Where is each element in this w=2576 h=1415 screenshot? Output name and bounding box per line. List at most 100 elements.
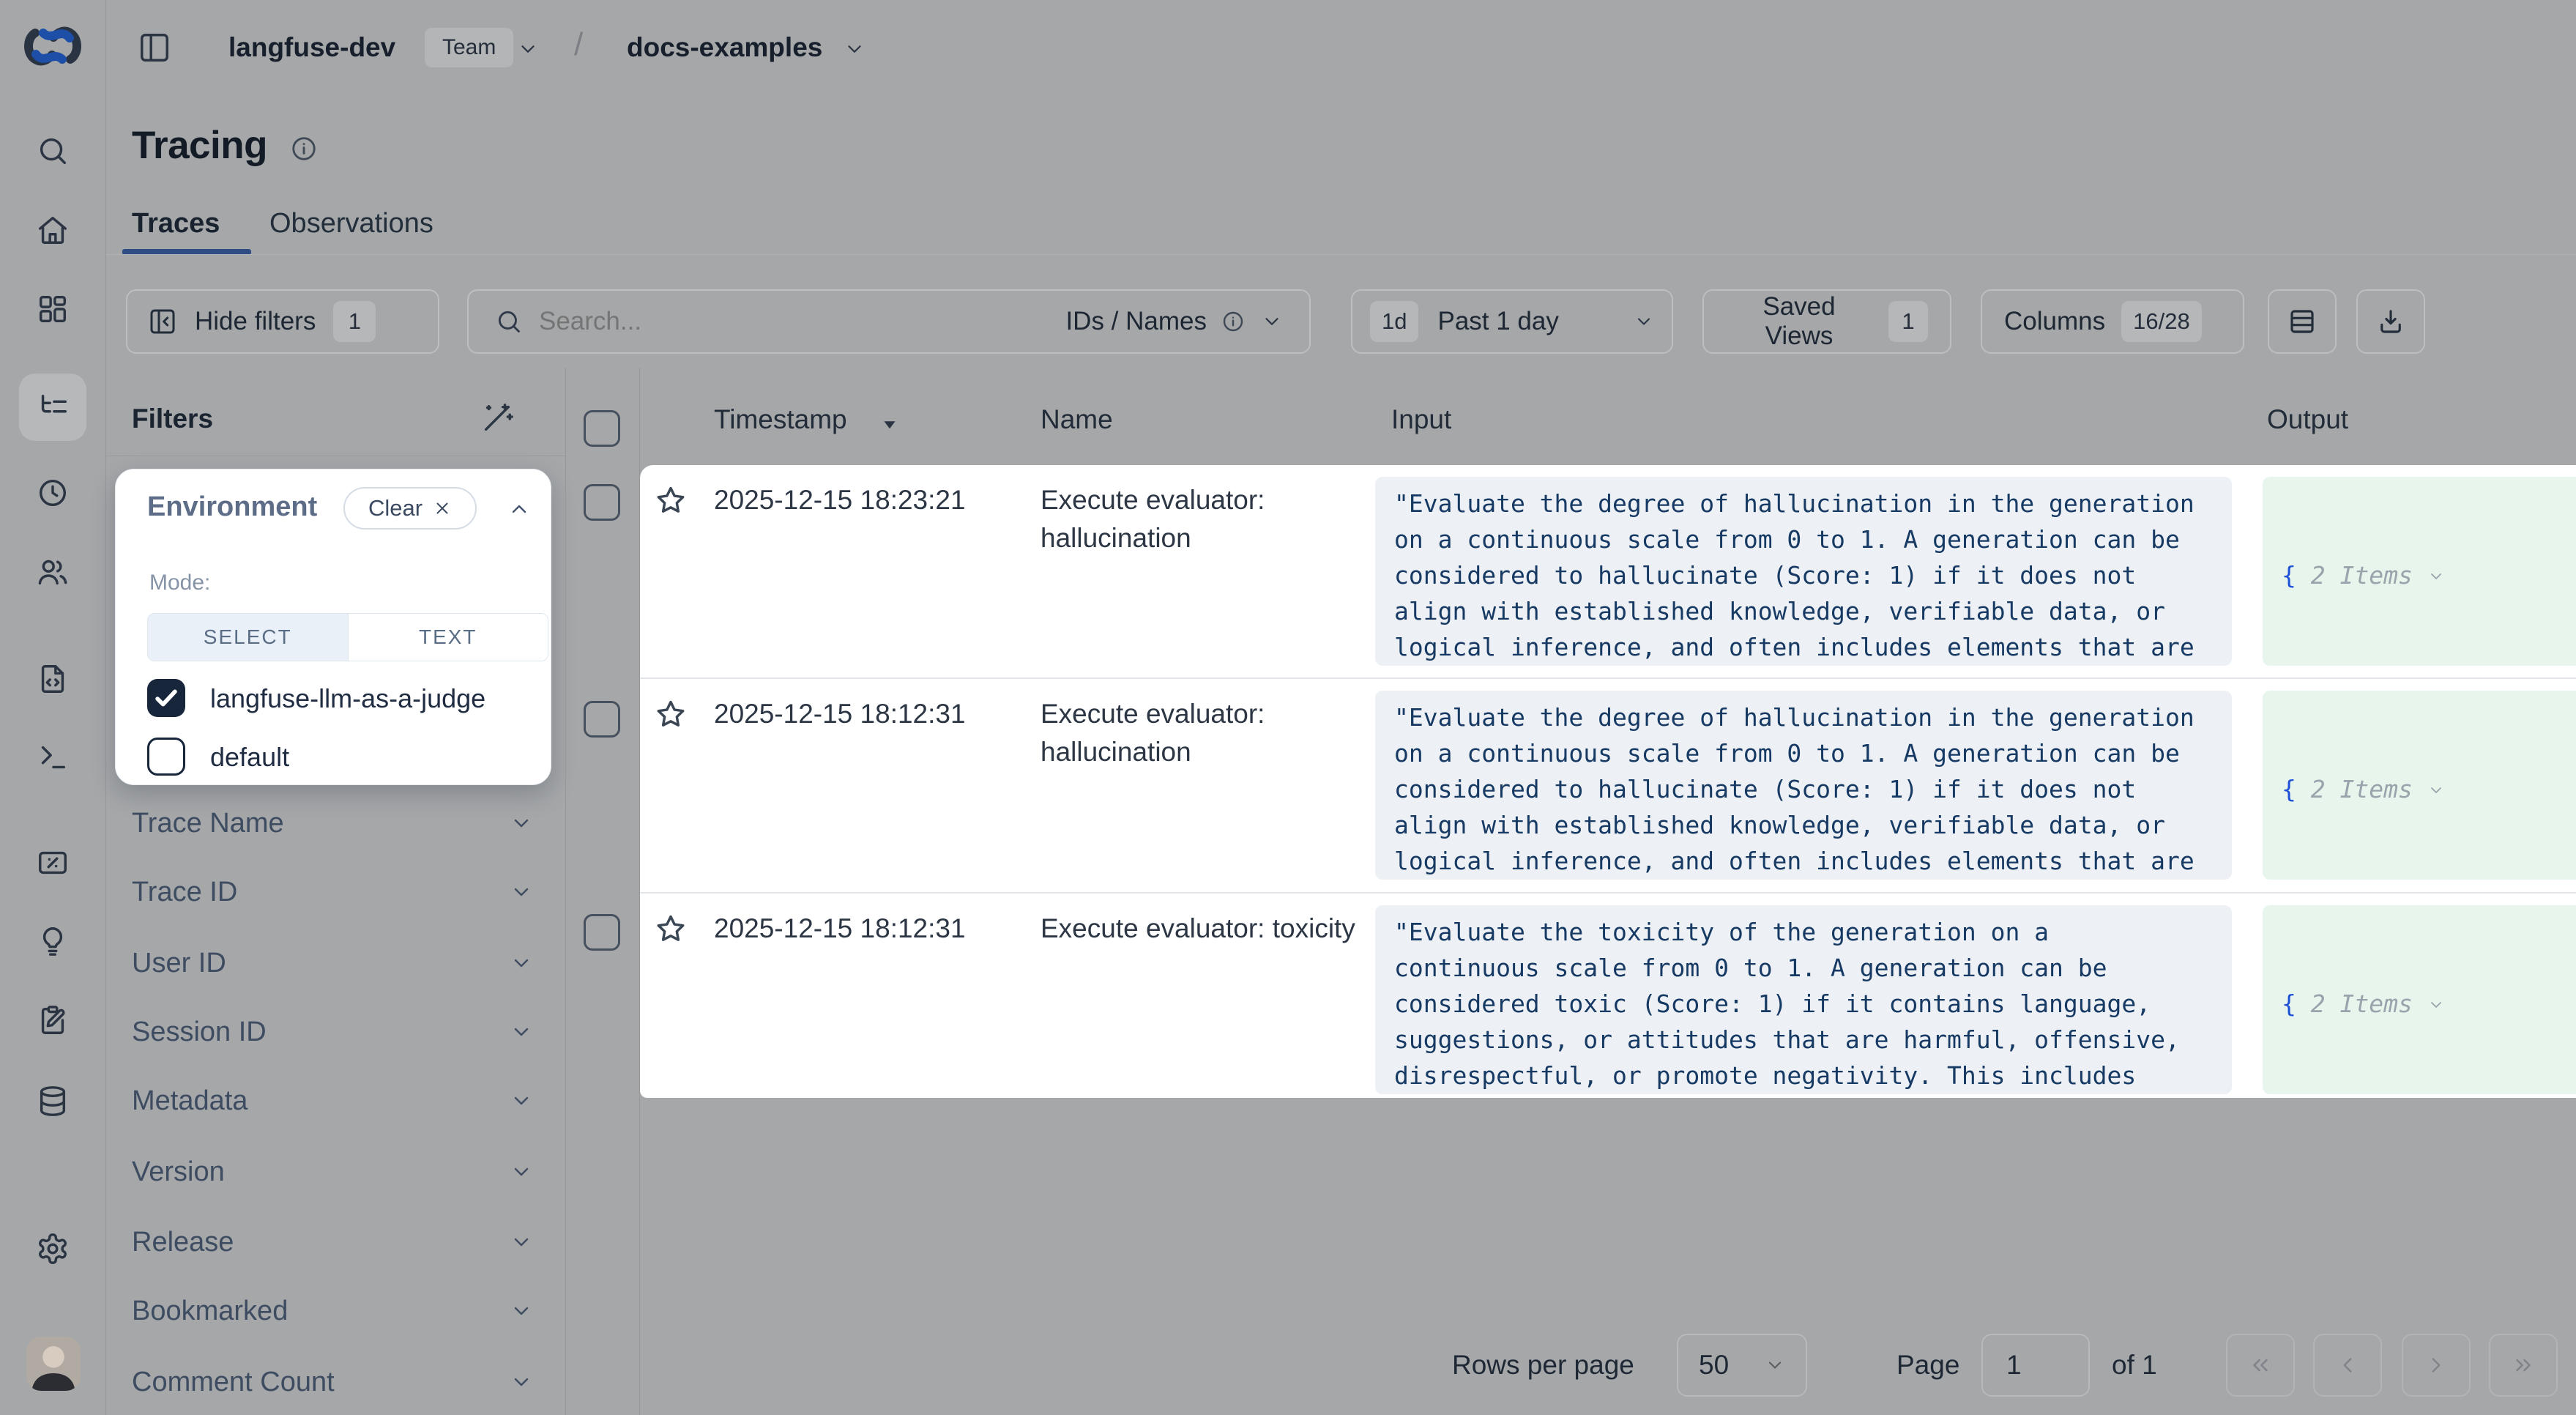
chevron-left-icon bbox=[2335, 1353, 2360, 1378]
clear-label: Clear bbox=[368, 495, 422, 521]
filters-title: Filters bbox=[132, 404, 213, 434]
filter-trace-name[interactable]: Trace Name bbox=[132, 801, 533, 845]
avatar[interactable] bbox=[26, 1337, 81, 1391]
json-collapse-toggle[interactable]: { 2 Items bbox=[2282, 557, 2576, 593]
org-plan-badge[interactable]: Team bbox=[425, 28, 513, 67]
hide-filters-label: Hide filters bbox=[195, 307, 316, 336]
environment-label: Environment bbox=[147, 491, 317, 523]
filter-session-id[interactable]: Session ID bbox=[132, 1010, 533, 1054]
col-header-name[interactable]: Name bbox=[1041, 404, 1113, 435]
columns-count-badge: 16/28 bbox=[2121, 301, 2202, 342]
page-number-input[interactable] bbox=[1981, 1334, 2090, 1397]
filter-label: Metadata bbox=[132, 1085, 247, 1117]
prompts-file-code-icon[interactable] bbox=[36, 662, 70, 696]
date-range-button[interactable]: 1d Past 1 day bbox=[1351, 289, 1673, 354]
search-scope-chevron-icon bbox=[1261, 311, 1283, 333]
project-name[interactable]: docs-examples bbox=[627, 32, 822, 63]
chevron-down-icon bbox=[510, 1089, 533, 1113]
chevron-down-icon bbox=[510, 1299, 533, 1323]
settings-gear-icon[interactable] bbox=[36, 1232, 70, 1266]
env-option-label[interactable]: default bbox=[210, 742, 289, 773]
filter-version[interactable]: Version bbox=[132, 1150, 533, 1194]
project-chevron-down-icon[interactable] bbox=[844, 38, 866, 60]
mode-toggle: SELECT TEXT bbox=[147, 613, 548, 661]
row-checkbox[interactable] bbox=[584, 701, 620, 738]
row-height-button[interactable] bbox=[2268, 289, 2337, 354]
collapse-chevron-up-icon[interactable] bbox=[507, 497, 531, 521]
mode-text-option[interactable]: TEXT bbox=[348, 614, 548, 661]
export-button[interactable] bbox=[2356, 289, 2425, 354]
filter-label: Trace ID bbox=[132, 877, 237, 908]
env-checkbox-checked[interactable] bbox=[147, 679, 185, 717]
chevron-down-icon bbox=[1765, 1355, 1785, 1375]
langfuse-logo-icon[interactable] bbox=[21, 19, 85, 73]
mode-select-option[interactable]: SELECT bbox=[148, 614, 348, 661]
chevrons-double-left-icon bbox=[2248, 1353, 2273, 1378]
sessions-clock-icon[interactable] bbox=[36, 476, 70, 510]
env-checkbox-unchecked[interactable] bbox=[147, 738, 185, 776]
saved-views-button[interactable]: Saved Views 1 bbox=[1702, 289, 1951, 354]
bookmark-star-icon[interactable] bbox=[654, 698, 688, 732]
first-page-button[interactable] bbox=[2226, 1334, 2295, 1397]
chevron-down-icon bbox=[510, 1160, 533, 1184]
chevron-down-icon bbox=[2427, 568, 2445, 585]
search-icon[interactable] bbox=[36, 134, 70, 168]
clear-environment-button[interactable]: Clear bbox=[343, 487, 477, 530]
sidebar-rail bbox=[0, 0, 106, 1415]
search-scope-info-icon[interactable] bbox=[1221, 310, 1245, 333]
environment-filter-card: Environment Clear Mode: SELECT TEXT lang… bbox=[115, 469, 551, 785]
sidebar-toggle-icon[interactable] bbox=[138, 31, 171, 64]
tab-observations[interactable]: Observations bbox=[269, 208, 433, 239]
next-page-button[interactable] bbox=[2402, 1334, 2471, 1397]
col-header-input[interactable]: Input bbox=[1391, 404, 1451, 435]
json-collapse-toggle[interactable]: { 2 Items bbox=[2282, 986, 2576, 1022]
row-checkbox[interactable] bbox=[584, 484, 620, 521]
evals-percent-icon[interactable] bbox=[36, 846, 70, 880]
lightbulb-icon[interactable] bbox=[36, 924, 70, 958]
cell-input-code: "Evaluate the degree of hallucination in… bbox=[1375, 691, 2232, 880]
users-icon[interactable] bbox=[36, 555, 70, 589]
env-option-label[interactable]: langfuse-llm-as-a-judge bbox=[210, 683, 485, 714]
previous-page-button[interactable] bbox=[2313, 1334, 2382, 1397]
annotation-clipboard-pen-icon[interactable] bbox=[36, 1003, 70, 1037]
date-range-chevron-icon bbox=[1634, 311, 1654, 332]
sort-desc-icon[interactable] bbox=[879, 413, 901, 435]
col-header-timestamp[interactable]: Timestamp bbox=[714, 404, 847, 435]
rows-per-page-value: 50 bbox=[1699, 1350, 1729, 1381]
last-page-button[interactable] bbox=[2489, 1334, 2558, 1397]
filter-release[interactable]: Release bbox=[132, 1220, 533, 1264]
home-icon[interactable] bbox=[36, 213, 70, 247]
filters-table-divider bbox=[565, 368, 566, 1415]
tab-traces[interactable]: Traces bbox=[132, 208, 220, 239]
search-scope-label[interactable]: IDs / Names bbox=[1065, 307, 1207, 336]
title-info-icon[interactable] bbox=[290, 135, 318, 163]
bookmark-star-icon[interactable] bbox=[654, 484, 688, 518]
filter-bookmarked[interactable]: Bookmarked bbox=[132, 1289, 533, 1333]
org-chevron-down-icon[interactable] bbox=[517, 38, 539, 60]
dashboards-icon[interactable] bbox=[36, 292, 70, 326]
select-all-checkbox[interactable] bbox=[584, 410, 620, 447]
wand-sparkles-icon[interactable] bbox=[480, 401, 514, 435]
col-header-output[interactable]: Output bbox=[2267, 404, 2348, 435]
columns-label: Columns bbox=[2004, 307, 2105, 336]
chevron-down-icon bbox=[510, 1230, 533, 1254]
org-name[interactable]: langfuse-dev bbox=[228, 32, 395, 63]
json-collapse-toggle[interactable]: { 2 Items bbox=[2282, 771, 2576, 807]
rows-per-page-select[interactable]: 50 bbox=[1677, 1334, 1807, 1397]
filter-user-id[interactable]: User ID bbox=[132, 941, 533, 985]
filter-trace-id[interactable]: Trace ID bbox=[132, 870, 533, 914]
row-checkbox[interactable] bbox=[584, 914, 620, 951]
cell-input-code: "Evaluate the toxicity of the generation… bbox=[1375, 905, 2232, 1094]
tracing-icon[interactable] bbox=[36, 390, 70, 424]
datasets-database-icon[interactable] bbox=[36, 1084, 70, 1118]
search-bar[interactable]: IDs / Names bbox=[467, 289, 1311, 354]
hide-filters-button[interactable]: Hide filters 1 bbox=[126, 289, 439, 354]
chevron-down-icon bbox=[510, 880, 533, 904]
playground-terminal-icon[interactable] bbox=[36, 740, 70, 774]
bookmark-star-icon[interactable] bbox=[654, 913, 688, 946]
search-input[interactable] bbox=[539, 307, 1065, 336]
filter-comment-count[interactable]: Comment Count bbox=[132, 1360, 533, 1404]
columns-button[interactable]: Columns 16/28 bbox=[1981, 289, 2244, 354]
cell-name: Execute evaluator: toxicity bbox=[1041, 910, 1355, 948]
filter-metadata[interactable]: Metadata bbox=[132, 1079, 533, 1123]
